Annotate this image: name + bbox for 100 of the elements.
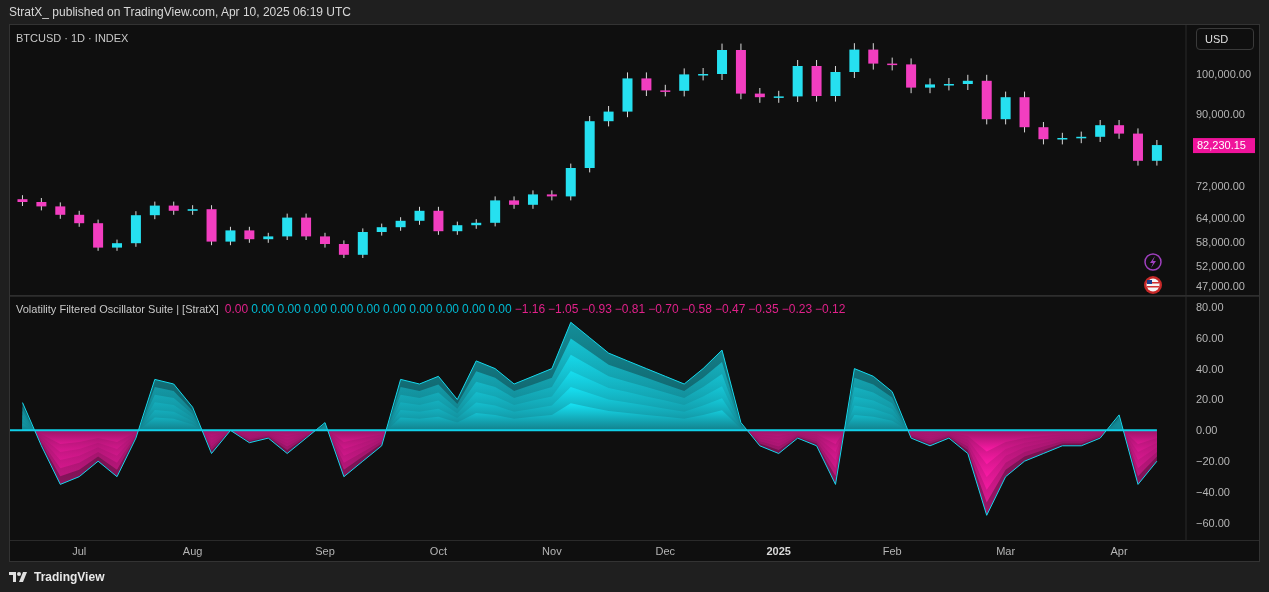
candle (1114, 119, 1125, 140)
candle (792, 59, 803, 103)
indicator-title: Volatility Filtered Oscillator Suite | [StratX] (16, 303, 219, 315)
candle (1000, 91, 1011, 125)
indicator-value: 0.00 (303, 302, 328, 316)
candle (395, 216, 406, 232)
candle (168, 201, 179, 216)
candle (74, 210, 85, 228)
candle (149, 201, 160, 220)
axis-label: 72,000.00 (1196, 180, 1245, 192)
candle (338, 239, 349, 259)
candle (55, 201, 66, 220)
candle (490, 195, 501, 227)
logo-icon (9, 571, 29, 583)
symbol-label: BTCUSD · 1D · INDEX (16, 32, 129, 44)
candle (130, 210, 141, 248)
indicator-value: 0.00 (382, 302, 407, 316)
lightning-icon (1144, 253, 1162, 271)
indicator-value: 0.00 (435, 302, 459, 316)
currency-button[interactable]: USD (1196, 28, 1254, 50)
candle (735, 43, 746, 100)
indicator-value: 0.00 (277, 302, 301, 316)
candle (471, 218, 482, 230)
candle (754, 87, 765, 104)
axis-label: 60.00 (1196, 331, 1224, 344)
candle (679, 67, 690, 97)
candle (830, 65, 841, 103)
candle (36, 197, 47, 211)
axis-label: −40.00 (1196, 486, 1230, 499)
candle (282, 213, 293, 241)
candle (1133, 127, 1143, 167)
indicator-value: 0.00 (462, 302, 486, 316)
candle (906, 57, 917, 94)
axis-label: 2025 (766, 545, 791, 557)
candle (357, 227, 368, 259)
axis-label: 0.00 (1196, 424, 1218, 437)
axis-label: 52,000.00 (1196, 260, 1245, 272)
candle (660, 84, 671, 97)
candle (962, 74, 973, 91)
axis-label: 80.00 (1196, 300, 1224, 313)
indicator-value: 0.00 (488, 302, 512, 316)
candle (622, 71, 633, 118)
axis-label: Apr (1110, 545, 1128, 557)
candle (1038, 121, 1049, 145)
indicator-value: −0.12 (815, 302, 846, 316)
axis-label: 58,000.00 (1196, 236, 1245, 248)
axis-label: 90,000.00 (1196, 108, 1245, 120)
candle (452, 221, 463, 236)
indicator-value: −0.35 (748, 302, 779, 316)
axis-label: Sep (315, 545, 335, 557)
publish-info: StratX_ published on TradingView.com, Apr 10, 2025 06:19 UTC (9, 5, 351, 19)
candle (301, 213, 312, 241)
candle (206, 204, 217, 246)
indicator-value: 0.00 (409, 302, 433, 316)
axis-label: Aug (182, 545, 203, 557)
candle (112, 239, 122, 252)
axis-label: 47,000.00 (1196, 280, 1245, 292)
candle (93, 219, 104, 252)
candle (17, 194, 28, 207)
indicator-value: 0.00 (356, 302, 380, 316)
axis-label: 40.00 (1196, 362, 1224, 375)
candle (698, 67, 709, 81)
indicator-value: −0.93 (581, 302, 612, 316)
axis-label: Jul (72, 545, 87, 557)
candle (565, 163, 576, 201)
indicator-value: −0.70 (648, 302, 679, 316)
candle (981, 74, 992, 125)
candle (509, 195, 520, 210)
indicator-value: −1.05 (548, 302, 579, 316)
candle (1151, 139, 1162, 167)
candle (414, 206, 425, 226)
brand-name: TradingView (34, 570, 105, 584)
candle (1076, 131, 1087, 144)
candle (546, 189, 557, 201)
axis-label: Nov (542, 545, 562, 557)
axis-label: Mar (996, 545, 1016, 557)
axis-label: −60.00 (1196, 517, 1230, 529)
candle (1095, 119, 1106, 143)
indicator-value: 0.00 (224, 302, 249, 316)
axis-label: Dec (655, 545, 676, 557)
candle (1057, 132, 1068, 145)
candle (1019, 91, 1030, 133)
indicator-value: 0.00 (251, 302, 275, 316)
indicator-value: −0.23 (781, 302, 813, 316)
axis-label: Feb (882, 545, 902, 557)
candle (225, 226, 236, 246)
candle (584, 115, 595, 173)
axis-label: 20.00 (1196, 393, 1224, 406)
candle (320, 232, 330, 249)
candle (433, 206, 444, 236)
candle (263, 232, 274, 244)
axis-label: 100,000.00 (1196, 68, 1252, 80)
candle (527, 189, 538, 210)
indicator-value: −0.47 (714, 302, 746, 316)
indicator-value: −1.16 (514, 302, 546, 316)
axis-label: 64,000.00 (1196, 212, 1245, 224)
candle (603, 105, 614, 127)
candle (187, 204, 198, 216)
candle (943, 77, 954, 91)
candle (811, 59, 822, 103)
